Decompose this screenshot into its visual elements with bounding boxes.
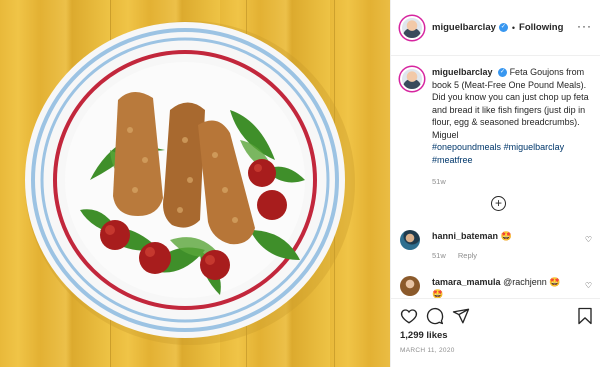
caption-text: Feta Goujons from book 5 (Meat-Free One …: [432, 67, 589, 140]
comments-list: hanni_bateman 🤩 51w Reply ♡ tamara_mamul…: [391, 222, 600, 298]
send-icon[interactable]: [452, 307, 470, 325]
hashtag-link[interactable]: #onepoundmeals: [432, 142, 501, 152]
comment-username[interactable]: tamara_mamula: [432, 277, 501, 287]
comment-extra: 🤩: [432, 289, 444, 298]
avatar[interactable]: [400, 15, 424, 40]
hashtag-link[interactable]: #meatfree: [432, 155, 473, 165]
heart-icon[interactable]: ♡: [585, 281, 592, 290]
account-username[interactable]: miguelbarclay: [432, 22, 496, 33]
likes-count[interactable]: 1,299 likes: [400, 330, 448, 341]
caption-avatar[interactable]: [400, 67, 424, 91]
plate-illustration: [25, 21, 355, 345]
comment-item: tamara_mamula @rachjenn 🤩 🤩 ♡: [400, 276, 596, 298]
avatar[interactable]: [400, 230, 420, 250]
caption-time: 51w: [432, 177, 446, 186]
comment-icon[interactable]: [426, 307, 444, 325]
verified-badge-icon: ✓: [498, 68, 508, 78]
post-side-panel: miguelbarclay ✓ • Following ··· miguelba…: [390, 0, 600, 367]
comment-text: 🤩: [500, 231, 512, 241]
comment-username[interactable]: hanni_bateman: [432, 231, 498, 241]
comment-text: @rachjenn 🤩: [503, 277, 561, 287]
comment-time: 51w: [432, 251, 446, 260]
verified-badge-icon: ✓: [498, 23, 508, 32]
hashtag-link[interactable]: #miguelbarclay: [504, 142, 565, 152]
following-button[interactable]: Following: [519, 22, 563, 33]
comment-item: hanni_bateman 🤩 51w Reply ♡: [400, 230, 596, 262]
bookmark-icon[interactable]: [577, 307, 593, 325]
post-header: miguelbarclay ✓ • Following ···: [391, 0, 600, 56]
heart-icon[interactable]: ♡: [585, 235, 592, 244]
heart-icon[interactable]: [400, 307, 418, 325]
reply-button[interactable]: Reply: [458, 251, 477, 260]
more-horizontal-icon[interactable]: ···: [577, 20, 592, 32]
post-date: MARCH 11, 2020: [400, 347, 455, 354]
avatar[interactable]: [400, 276, 420, 296]
post-image[interactable]: [0, 0, 390, 367]
plus-circle-icon[interactable]: +: [491, 196, 506, 211]
caption: miguelbarclay ✓ Feta Goujons from book 5…: [400, 66, 596, 189]
separator-dot: •: [511, 22, 516, 33]
caption-username[interactable]: miguelbarclay: [432, 67, 493, 77]
action-bar: 1,299 likes MARCH 11, 2020: [391, 298, 600, 367]
